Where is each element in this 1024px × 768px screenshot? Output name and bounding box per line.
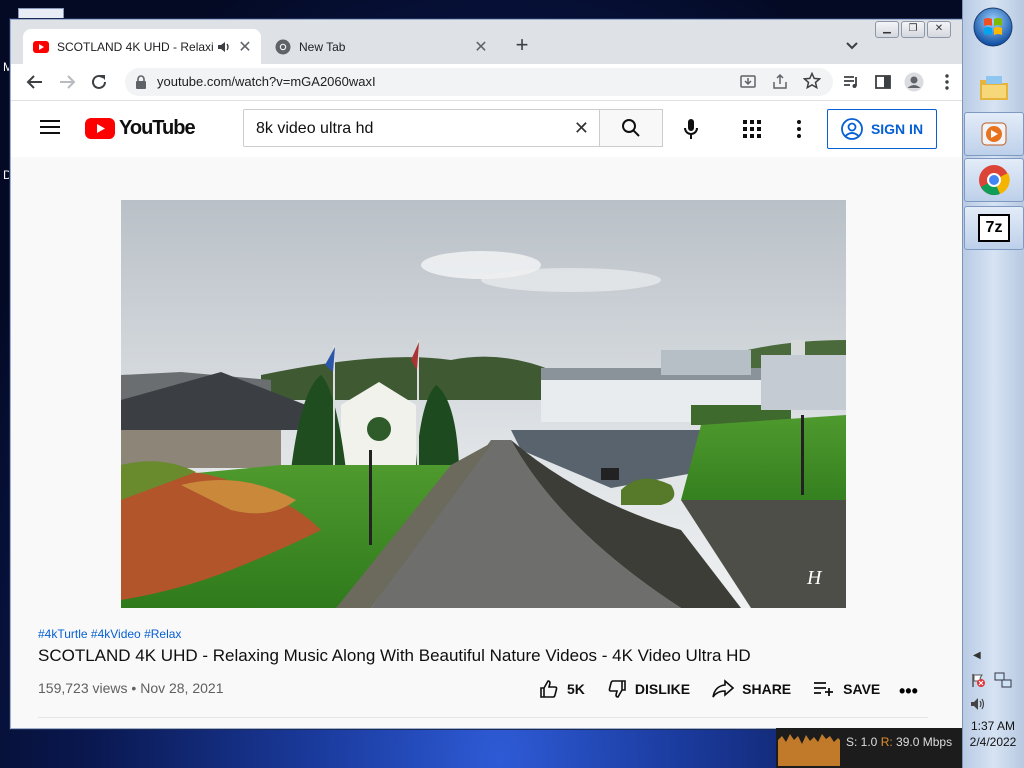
explorer-icon[interactable] [964, 66, 1024, 110]
install-icon[interactable] [739, 73, 757, 96]
youtube-play-icon [85, 118, 115, 139]
windows-orb-icon[interactable] [973, 7, 1013, 47]
sign-in-button[interactable]: SIGN IN [827, 109, 937, 149]
traffic-graph [778, 734, 840, 766]
search-button[interactable] [599, 109, 663, 147]
save-button[interactable]: SAVE [813, 680, 880, 698]
video-actions: 5K DISLIKE SHARE SAVE [539, 679, 902, 699]
settings-dots-icon[interactable] [797, 120, 801, 143]
youtube-wordmark: YouTube [119, 117, 196, 139]
lock-icon[interactable] [135, 75, 147, 94]
video-watermark: H [806, 567, 823, 589]
playlist-add-icon [814, 682, 834, 696]
clock-date: 2/4/2022 [969, 735, 1017, 749]
divider [38, 717, 928, 718]
sign-in-label: SIGN IN [870, 121, 924, 137]
minimize-button[interactable]: ▁ [875, 21, 899, 38]
tab-title: SCOTLAND 4K UHD - Relaxi [57, 39, 214, 54]
video-frame-scenery: H [121, 200, 846, 608]
youtube-icon [33, 39, 49, 55]
close-window-button[interactable]: ✕ [927, 21, 951, 38]
send-rate: S: 1.0 [846, 735, 878, 749]
tab-strip: SCOTLAND 4K UHD - Relaxi ✕ New Tab ✕ + ▁… [11, 20, 963, 64]
address-bar[interactable]: youtube.com/watch?v=mGA2060waxI [125, 68, 833, 96]
speaker-icon[interactable] [217, 41, 231, 53]
microphone-icon[interactable] [677, 115, 705, 143]
url-text: youtube.com/watch?v=mGA2060waxI [157, 74, 376, 89]
clear-search-icon[interactable]: ✕ [574, 118, 589, 139]
clock-time: 1:37 AM [970, 719, 1016, 733]
new-tab-button[interactable]: + [511, 34, 533, 57]
network-monitor: S: 1.0 R: 39.0 Mbps [776, 728, 962, 768]
thumbs-up-icon [540, 680, 558, 698]
upload-date: Nov 28, 2021 [140, 680, 224, 696]
search-query: 8k video ultra hd [256, 120, 374, 137]
network-icon[interactable] [994, 672, 1012, 693]
side-panel-icon[interactable] [873, 72, 893, 92]
profile-icon[interactable] [904, 72, 924, 92]
video-meta: 159,723 views • Nov 28, 2021 [38, 680, 224, 696]
share-icon[interactable] [771, 73, 789, 96]
tab-new-tab[interactable]: New Tab ✕ [265, 29, 497, 64]
tray-expand-icon[interactable]: ◀ [973, 650, 981, 661]
tab-title: New Tab [299, 39, 346, 54]
window-controls: ▁ ❐ ✕ [875, 21, 951, 38]
view-count: 159,723 views [38, 680, 128, 696]
volume-icon[interactable] [970, 697, 986, 716]
share-button[interactable]: SHARE [712, 679, 791, 699]
net-stats: S: 1.0 R: 39.0 Mbps [846, 735, 952, 749]
7zip-icon[interactable]: 7z [964, 206, 1024, 250]
share-arrow-icon [712, 679, 735, 698]
tab-youtube[interactable]: SCOTLAND 4K UHD - Relaxi ✕ [23, 29, 261, 64]
receive-rate: 39.0 Mbps [896, 735, 953, 749]
youtube-page: YouTube 8k video ultra hd ✕ SIGN IN H #4… [11, 101, 963, 728]
video-hashtags[interactable]: #4kTurtle #4kVideo #Relax [38, 627, 181, 641]
search-input[interactable]: 8k video ultra hd ✕ [243, 109, 599, 147]
media-player-icon[interactable] [964, 112, 1024, 156]
chrome-icon[interactable] [964, 158, 1024, 202]
more-actions-button[interactable]: ••• [899, 681, 918, 702]
star-icon[interactable] [802, 71, 822, 95]
close-tab-icon[interactable]: ✕ [473, 37, 489, 57]
browser-toolbar: youtube.com/watch?v=mGA2060waxI [11, 64, 963, 101]
media-control-icon[interactable] [841, 72, 861, 92]
hamburger-menu-icon[interactable] [40, 119, 60, 140]
share-label: SHARE [742, 681, 792, 697]
dislike-button[interactable]: DISLIKE [607, 679, 690, 699]
system-clock[interactable]: 1:37 AM 2/4/2022 [964, 718, 1022, 750]
like-button[interactable]: 5K [539, 679, 585, 699]
7zip-label: 7z [978, 214, 1010, 242]
forward-arrow-icon[interactable] [57, 72, 77, 92]
close-tab-icon[interactable]: ✕ [237, 37, 253, 57]
back-arrow-icon[interactable] [25, 72, 45, 92]
kebab-menu-icon[interactable] [937, 72, 957, 92]
youtube-logo[interactable]: YouTube [85, 117, 196, 140]
action-center-flag-icon[interactable] [970, 672, 986, 693]
save-label: SAVE [843, 681, 881, 697]
search-icon [622, 119, 640, 137]
video-player[interactable]: H [121, 200, 846, 608]
dislike-label: DISLIKE [634, 681, 691, 697]
thumbs-down-icon [608, 680, 626, 698]
apps-grid-icon[interactable] [743, 120, 761, 143]
youtube-header: YouTube 8k video ultra hd ✕ SIGN IN [11, 101, 963, 157]
meta-separator: • [131, 680, 137, 696]
browser-window: SCOTLAND 4K UHD - Relaxi ✕ New Tab ✕ + ▁… [10, 19, 964, 729]
video-title: SCOTLAND 4K UHD - Relaxing Music Along W… [38, 646, 751, 665]
restore-button[interactable]: ❐ [901, 21, 925, 38]
user-icon [841, 118, 863, 140]
chrome-icon [275, 39, 291, 55]
like-count: 5K [567, 681, 585, 697]
chevron-down-icon[interactable] [843, 36, 861, 54]
receive-label: R: [880, 735, 893, 749]
reload-icon[interactable] [89, 72, 109, 92]
